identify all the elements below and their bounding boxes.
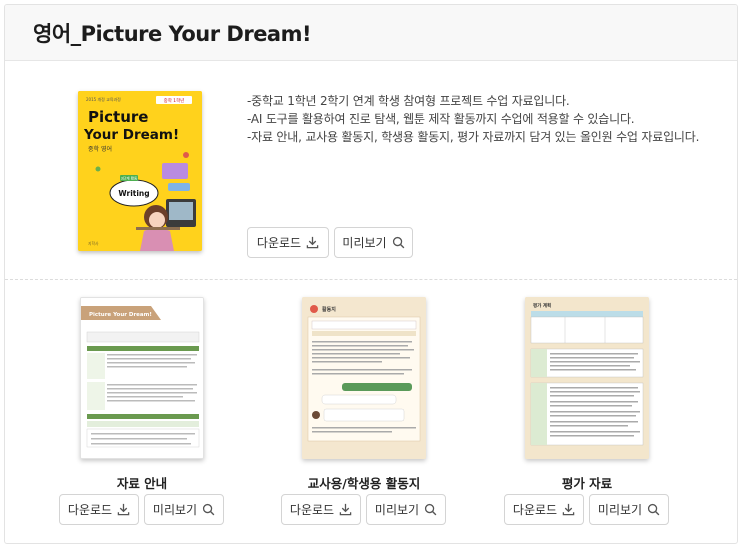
download-icon	[339, 503, 352, 516]
assessment-download-button[interactable]: 다운로드	[504, 494, 584, 525]
preview-label: 미리보기	[152, 503, 198, 517]
cover-title-2: Your Dream!	[83, 127, 179, 143]
guide-download-button[interactable]: 다운로드	[59, 494, 139, 525]
doc-thumbnail-assessment: 평가 계획	[525, 297, 649, 459]
download-icon	[117, 503, 130, 516]
doc-thumbnail-worksheet: 활동지	[302, 297, 426, 459]
main-download-button[interactable]: 다운로드	[247, 227, 329, 258]
grade-badge: 중학 1학년	[164, 97, 185, 104]
resource-description: -중학교 1학년 2학기 연계 학생 참여형 프로젝트 수업 자료입니다. -A…	[247, 92, 727, 146]
page-title: 영어_Picture Your Dream!	[33, 21, 312, 46]
assessment-doc-art: 평가 계획	[525, 297, 649, 459]
section-divider	[5, 279, 737, 280]
doc-label-guide: 자료 안내	[116, 476, 168, 491]
book-cover-image: 2015 개정 교육과정 중학 1학년 Picture Your Dream! …	[78, 91, 202, 251]
main-preview-button[interactable]: 미리보기	[334, 227, 413, 258]
search-icon	[648, 503, 660, 516]
description-line-3: -자료 안내, 교사용 활동지, 학생용 활동지, 평가 자료까지 담겨 있는 …	[247, 130, 700, 144]
download-label: 다운로드	[512, 503, 558, 517]
download-label: 다운로드	[289, 503, 335, 517]
cover-publisher: 지학사	[88, 241, 99, 246]
download-label: 다운로드	[67, 503, 113, 517]
worksheet-doc-art: 활동지	[302, 297, 426, 459]
card-header: 영어_Picture Your Dream!	[5, 5, 737, 61]
book-cover-art: 2015 개정 교육과정 중학 1학년 Picture Your Dream! …	[78, 91, 202, 251]
doc-label-assessment: 평가 자료	[561, 476, 613, 491]
preview-label: 미리보기	[597, 503, 643, 517]
description-line-1: -중학교 1학년 2학기 연계 학생 참여형 프로젝트 수업 자료입니다.	[247, 94, 570, 108]
worksheet-doc-title: 활동지	[322, 306, 336, 313]
download-label: 다운로드	[256, 236, 302, 250]
download-icon	[562, 503, 575, 516]
cover-step: 3단계 활동	[121, 176, 138, 181]
assessment-doc-title: 평가 계획	[533, 302, 551, 309]
material-card: 영어_Picture Your Dream! 2015 개정 교육과정 중학 1…	[4, 4, 738, 544]
doc-thumbnail-guide: Picture Your Dream!	[80, 297, 204, 459]
guide-doc-art: Picture Your Dream!	[81, 298, 203, 458]
description-line-2: -AI 도구를 활용하여 진로 탐색, 웹툰 제작 활동까지 수업에 적용할 수…	[247, 112, 635, 126]
cover-subtitle: 중학 영어	[88, 145, 112, 153]
guide-preview-button[interactable]: 미리보기	[144, 494, 224, 525]
download-icon	[306, 236, 319, 249]
preview-label: 미리보기	[374, 503, 420, 517]
doc-label-worksheet: 교사용/학생용 활동지	[307, 476, 421, 491]
search-icon	[392, 236, 404, 249]
preview-label: 미리보기	[342, 236, 387, 250]
main-resource-section: 2015 개정 교육과정 중학 1학년 Picture Your Dream! …	[5, 62, 737, 282]
worksheet-download-button[interactable]: 다운로드	[281, 494, 361, 525]
guide-doc-title: Picture Your Dream!	[89, 312, 152, 318]
search-icon	[203, 503, 215, 516]
worksheet-preview-button[interactable]: 미리보기	[366, 494, 446, 525]
search-icon	[425, 503, 437, 516]
cover-bubble: Writing	[118, 189, 149, 198]
cover-tag: 2015 개정 교육과정	[86, 96, 121, 102]
assessment-preview-button[interactable]: 미리보기	[589, 494, 669, 525]
cover-title-1: Picture	[88, 108, 148, 126]
